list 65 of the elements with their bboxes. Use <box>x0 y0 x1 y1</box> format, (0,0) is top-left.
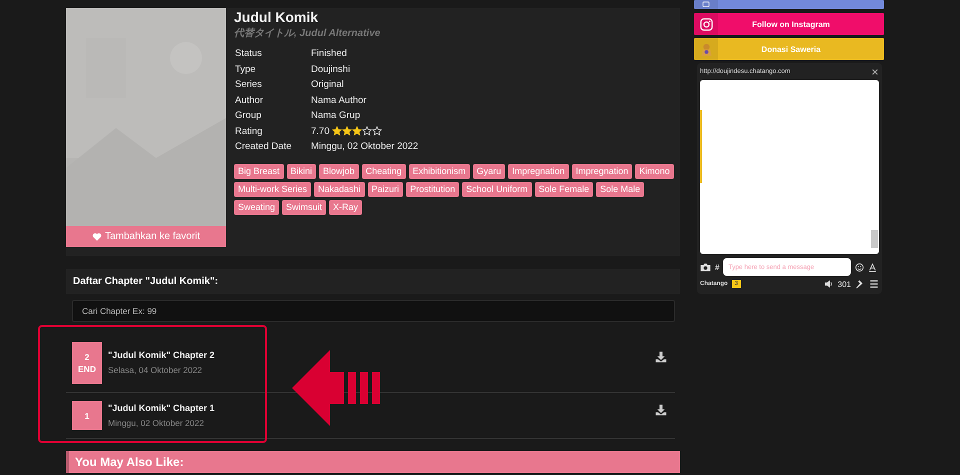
tag-link[interactable]: Prostitution <box>406 182 460 196</box>
close-icon[interactable] <box>871 68 879 76</box>
chapter-date: Minggu, 02 Oktober 2022 <box>108 418 204 428</box>
info-label: Series <box>235 78 262 92</box>
favorite-button[interactable]: Tambahkan ke favorit <box>66 226 226 247</box>
info-label: Group <box>235 109 262 122</box>
info-value: Minggu, 02 Oktober 2022 <box>311 140 418 154</box>
tag-link[interactable]: Sole Female <box>534 182 594 196</box>
tag-link[interactable]: X-Ray <box>329 200 362 214</box>
tag-link[interactable]: Sweating <box>234 200 280 214</box>
info-value: Doujinshi <box>311 62 350 76</box>
tag-link[interactable]: School Uniform <box>462 182 532 196</box>
tag-link[interactable]: Big Breast <box>234 164 284 178</box>
tag-link[interactable]: Swimsuit <box>282 200 326 214</box>
download-icon[interactable] <box>655 404 667 416</box>
camera-icon[interactable] <box>700 262 711 272</box>
star-icon <box>332 126 342 136</box>
tag-link[interactable]: Blowjob <box>319 164 359 178</box>
tag-link[interactable]: Sole Male <box>596 182 644 196</box>
tag-link[interactable]: Kimono <box>635 164 674 178</box>
chapter-number: 2 END <box>72 342 102 384</box>
menu-icon[interactable] <box>869 279 879 289</box>
chapter-number: 1 <box>72 401 102 430</box>
section-heading: You May Also Like: <box>66 451 680 473</box>
info-value: Original <box>311 78 344 92</box>
comic-title: Judul Komik <box>234 9 320 25</box>
tag-link[interactable]: Impregnation <box>572 164 632 178</box>
tag-link[interactable]: Nakadashi <box>314 182 365 196</box>
chapter-link[interactable]: "Judul Komik" Chapter 2 <box>108 350 215 360</box>
font-style-icon[interactable] <box>868 262 878 272</box>
info-label: Rating <box>235 124 262 138</box>
chapter-date: Selasa, 04 Oktober 2022 <box>108 365 202 375</box>
star-icon <box>352 126 362 136</box>
scrollbar[interactable] <box>871 230 878 248</box>
star-icon <box>342 126 352 136</box>
info-label: Created Date <box>235 140 292 154</box>
tag-link[interactable]: Exhibitionism <box>408 164 470 178</box>
info-value: Finished <box>311 47 347 60</box>
chapter-link[interactable]: "Judul Komik" Chapter 1 <box>108 403 215 413</box>
tag-link[interactable]: Multi-work Series <box>234 182 312 196</box>
hash-button[interactable]: # <box>715 262 720 272</box>
info-value: Nama Author <box>311 94 366 107</box>
section-heading: Daftar Chapter "Judul Komik": <box>66 269 680 294</box>
download-icon[interactable] <box>655 350 667 362</box>
info-value: 7.70 <box>311 124 330 138</box>
camera-icon <box>698 16 714 32</box>
user-count: 301 <box>838 280 851 288</box>
sidebar-button[interactable]: Donasi Saweria <box>694 38 884 60</box>
info-value: Nama Grup <box>311 109 360 122</box>
alternative-title: 代替タイトル, Judul Alternative <box>234 26 382 40</box>
info-label: Status <box>235 47 262 60</box>
tag-link[interactable]: Paizuri <box>368 182 404 196</box>
info-label: Author <box>235 94 263 107</box>
empty-star-icon <box>362 126 372 136</box>
tag-link[interactable]: Bikini <box>286 164 316 178</box>
speaker-icon[interactable] <box>824 279 834 289</box>
tag-link[interactable]: Cheating <box>362 164 406 178</box>
info-label: Type <box>235 62 256 76</box>
smiley-icon[interactable] <box>855 262 864 272</box>
search-field[interactable]: Cari Chapter Ex: 99 <box>72 300 675 322</box>
tag-link[interactable]: Impregnation <box>508 164 569 178</box>
tag-link[interactable]: Gyaru <box>472 164 506 178</box>
sidebar-button[interactable]: Follow on Instagram <box>694 13 884 35</box>
heart-icon <box>92 232 102 242</box>
empty-star-icon <box>372 126 382 136</box>
